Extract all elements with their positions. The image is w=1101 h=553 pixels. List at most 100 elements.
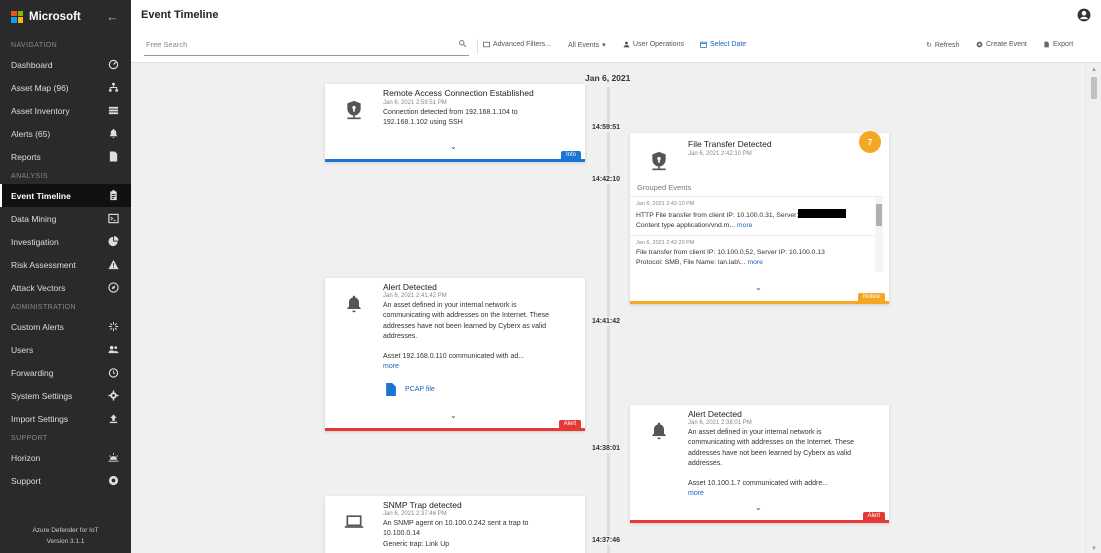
sidebar-item-label: Custom Alerts (11, 321, 64, 332)
sidebar-item-label: Risk Assessment (11, 259, 76, 270)
grouped-scroll-thumb[interactable] (876, 204, 882, 226)
compass-icon (107, 282, 119, 294)
sidebar-item-forwarding[interactable]: Forwarding (0, 361, 131, 384)
event-detail: Asset 192.168.0.110 communicated with ad… (383, 353, 525, 361)
sidebar-item-label: Dashboard (11, 59, 53, 70)
advanced-filters-button[interactable]: Advanced Filters... (483, 41, 551, 48)
severity-bar (630, 520, 889, 523)
expand-chevron-icon[interactable]: ⌄ (450, 142, 457, 151)
sidebar-item-asset-inventory[interactable]: Asset Inventory (0, 99, 131, 122)
sidebar-item-risk-assessment[interactable]: Risk Assessment (0, 253, 131, 276)
page-scroll-thumb[interactable] (1091, 77, 1097, 99)
sidebar-item-dashboard[interactable]: Dashboard (0, 53, 131, 76)
sidebar-item-reports[interactable]: Reports (0, 145, 131, 168)
severity-bar (630, 301, 889, 304)
sidebar-item-label: Forwarding (11, 367, 54, 378)
refresh-button[interactable]: ↻ Refresh (926, 41, 960, 50)
sidebar-item-label: Users (11, 344, 34, 355)
user-operations-button[interactable]: User Operations (623, 41, 684, 48)
sidebar-item-import-settings[interactable]: Import Settings (0, 407, 131, 430)
sidebar-item-system-settings[interactable]: System Settings (0, 384, 131, 407)
more-link[interactable]: more (737, 222, 753, 229)
event-title: File Transfer Detected (688, 139, 772, 149)
select-date-button[interactable]: Select Date (700, 41, 746, 48)
export-file-icon (1044, 41, 1049, 48)
grouped-events-title: Grouped Events (637, 183, 692, 192)
sidebar-item-users[interactable]: Users (0, 338, 131, 361)
sidebar-item-asset-map-96[interactable]: Asset Map (96) (0, 76, 131, 99)
event-timestamp: Jan 6, 2021 2:41:42 PM (383, 293, 447, 299)
grouped-scrollbar[interactable] (875, 197, 883, 272)
file-icon (386, 383, 396, 396)
sidebar-item-data-mining[interactable]: Data Mining (0, 207, 131, 230)
grouped-event-item[interactable]: Jan 6, 2021 2:42:10 PM HTTP File transfe… (630, 197, 883, 236)
event-title: Remote Access Connection Established (383, 88, 534, 98)
scroll-up-arrow-icon[interactable]: ▲ (1091, 67, 1097, 73)
bell-icon (107, 128, 119, 140)
sidebar-item-attack-vectors[interactable]: Attack Vectors (0, 276, 131, 299)
expand-chevron-icon[interactable]: ⌄ (450, 411, 457, 420)
expand-chevron-icon[interactable]: ⌄ (755, 503, 762, 512)
sidebar-item-support[interactable]: Support (0, 469, 131, 492)
create-event-label: Create Event (986, 41, 1027, 48)
collapse-sidebar-icon[interactable]: ← (106, 9, 119, 24)
bell-icon (344, 294, 364, 314)
page-scrollbar[interactable]: ▲ ▼ (1085, 63, 1101, 553)
more-link[interactable]: more (688, 489, 886, 499)
expand-chevron-icon[interactable]: ⌄ (755, 283, 762, 292)
sidebar-item-horizon[interactable]: Horizon (0, 446, 131, 469)
event-description: 10.100.0.14 (383, 530, 420, 538)
network-shield-icon (344, 100, 364, 120)
event-card-file-transfer[interactable]: 7 File Transfer Detected Jan 6, 2021 2:4… (630, 131, 889, 304)
laptop-icon (344, 512, 364, 532)
grouped-event-item[interactable]: Jan 6, 2021 2:42:20 PM File transfer fro… (630, 236, 883, 272)
brand-name: Microsoft (29, 10, 81, 23)
timeline-area: Jan 6, 2021 14:59:51 14:42:10 14:41:42 1… (131, 63, 1085, 553)
page-title: Event Timeline (141, 9, 219, 21)
event-card-remote-access[interactable]: Remote Access Connection Established Jan… (325, 84, 585, 162)
grouped-event-time: Jan 6, 2021 2:42:20 PM (636, 240, 695, 246)
version-label: Version 3.1.1 (46, 538, 85, 545)
event-count-badge: 7 (859, 131, 881, 153)
sitemap-icon (107, 82, 119, 94)
sidebar-item-alerts-65[interactable]: Alerts (65) (0, 122, 131, 145)
more-link[interactable]: more (747, 259, 763, 266)
scroll-down-arrow-icon[interactable]: ▼ (1091, 546, 1097, 552)
event-card-alert[interactable]: Alert Detected Jan 6, 2021 2:38:01 PM An… (630, 405, 889, 523)
event-card-alert[interactable]: Alert Detected Jan 6, 2021 2:41:42 PM An… (325, 278, 585, 431)
sidebar-item-label: Alerts (65) (11, 128, 51, 139)
sidebar-item-label: Asset Map (96) (11, 82, 69, 93)
severity-badge: Alert (862, 512, 885, 520)
pcap-file-link[interactable]: PCAP file (385, 383, 435, 396)
severity-badge: Notice (857, 293, 885, 301)
severity-badge: Alert (558, 420, 581, 428)
user-icon (623, 41, 630, 48)
export-label: Export (1053, 41, 1074, 48)
event-description: communicating with addresses on the Inte… (688, 439, 855, 447)
select-date-label: Select Date (710, 41, 747, 48)
event-description: Generic trap: Link Up (383, 540, 450, 548)
severity-bar (325, 428, 585, 431)
all-events-dropdown[interactable]: All Events ▾ (568, 41, 606, 50)
grouped-events-list[interactable]: Jan 6, 2021 2:42:10 PM HTTP File transfe… (630, 196, 883, 272)
sidebar-item-event-timeline[interactable]: Event Timeline (0, 184, 131, 207)
search-input[interactable]: Free Search (144, 37, 469, 56)
version-info: Azure Defender for IoT Version 3.1.1 (0, 525, 131, 547)
pcap-file-label: PCAP file (405, 386, 435, 393)
export-button[interactable]: Export (1043, 41, 1073, 48)
refresh-label: Refresh (934, 41, 960, 49)
sidebar: Microsoft ← NAVIGATION Dashboard Asset Ma… (0, 0, 131, 553)
user-account-icon[interactable] (1077, 8, 1091, 22)
event-title: Alert Detected (383, 282, 437, 292)
sidebar-item-custom-alerts[interactable]: Custom Alerts (0, 315, 131, 338)
more-link[interactable]: more (383, 362, 583, 372)
bell-icon (649, 421, 669, 441)
timeline-date: Jan 6, 2021 (585, 73, 631, 83)
product-name: Azure Defender for IoT (32, 527, 99, 534)
create-event-button[interactable]: Create Event (976, 41, 1027, 48)
gauge-icon (107, 59, 119, 71)
sidebar-item-investigation[interactable]: Investigation (0, 230, 131, 253)
pie-icon (107, 236, 119, 248)
search-icon[interactable] (458, 39, 467, 48)
event-card-snmp-trap[interactable]: SNMP Trap detected Jan 6, 2021 2:37:46 P… (325, 496, 585, 553)
